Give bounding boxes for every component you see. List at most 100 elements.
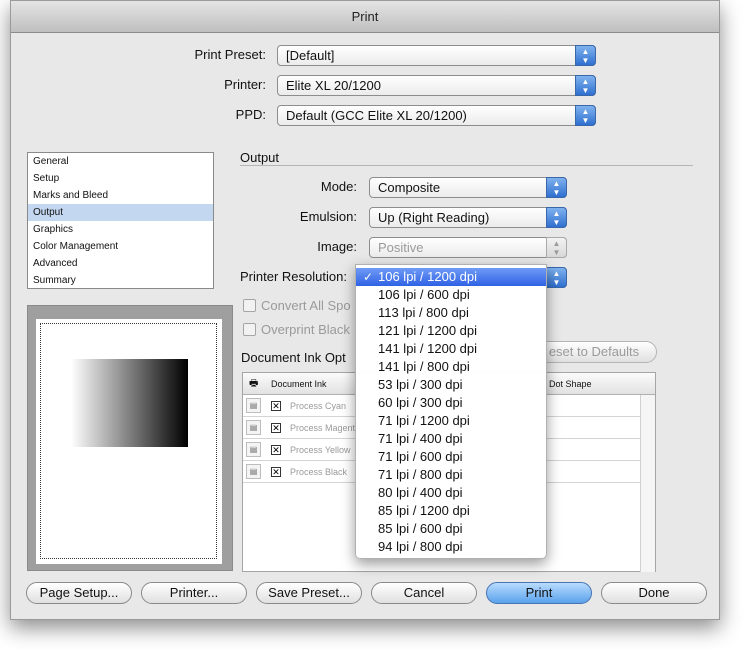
menu-item-resolution[interactable]: 85 lpi / 1200 dpi (356, 502, 546, 520)
popup-arrows-icon: ▲ ▼ (575, 75, 596, 96)
mode-value: Composite (378, 180, 441, 195)
output-section-title: Output (240, 150, 280, 165)
menu-item-label: 71 lpi / 800 dpi (378, 467, 463, 482)
menu-item-resolution[interactable]: 121 lpi / 1200 dpi (356, 322, 546, 340)
menu-item-label: 85 lpi / 600 dpi (378, 521, 463, 536)
print-ink-icon[interactable]: ▤ (246, 442, 261, 457)
popup-arrows-icon: ▲ ▼ (575, 105, 596, 126)
printer-label: Printer: (224, 77, 266, 92)
image-label: Image: (317, 239, 357, 254)
popup-arrows-icon: ▲ ▼ (575, 45, 596, 66)
print-preset-popup[interactable]: [Default] ▲ ▼ (277, 45, 596, 66)
menu-item-label: 80 lpi / 400 dpi (378, 485, 463, 500)
print-preset-label: Print Preset: (194, 47, 266, 62)
menu-item-label: 94 lpi / 800 dpi (378, 539, 463, 554)
menu-item-label: 141 lpi / 1200 dpi (378, 341, 478, 356)
sidebar-item-output[interactable]: Output (28, 204, 213, 221)
save-preset-button[interactable]: Save Preset... (256, 582, 362, 604)
mode-label: Mode: (320, 179, 357, 194)
col-dot-shape: Dot Shape (549, 379, 592, 389)
menu-item-resolution[interactable]: 60 lpi / 300 dpi (356, 394, 546, 412)
convert-all-spot-checkbox[interactable] (243, 299, 256, 312)
process-ink-icon: ✕ (271, 423, 281, 433)
menu-item-resolution[interactable]: 85 lpi / 600 dpi (356, 520, 546, 538)
menu-item-resolution[interactable]: 141 lpi / 1200 dpi (356, 340, 546, 358)
menu-item-resolution[interactable]: 53 lpi / 300 dpi (356, 376, 546, 394)
reset-to-defaults-button[interactable]: eset to Defaults (531, 341, 657, 363)
document-ink-options-label: Document Ink Opt (241, 350, 346, 365)
done-button[interactable]: Done (601, 582, 707, 604)
cancel-button[interactable]: Cancel (371, 582, 477, 604)
menu-item-label: 121 lpi / 1200 dpi (378, 323, 478, 338)
sidebar-item-marks-and-bleed[interactable]: Marks and Bleed (28, 187, 213, 204)
convert-all-spot-label: Convert All Spo (261, 298, 351, 313)
checkmark-icon: ✓ (363, 270, 374, 284)
image-value: Positive (378, 240, 424, 255)
process-ink-icon: ✕ (271, 401, 281, 411)
printer-popup[interactable]: Elite XL 20/1200 ▲ ▼ (277, 75, 596, 96)
reset-to-defaults-label: eset to Defaults (548, 344, 640, 359)
menu-item-resolution[interactable]: 80 lpi / 400 dpi (356, 484, 546, 502)
process-ink-icon: ✕ (271, 445, 281, 455)
sidebar-item-summary[interactable]: Summary (28, 272, 213, 289)
menu-item-resolution[interactable]: ✓ 106 lpi / 1200 dpi (356, 268, 546, 286)
window-title: Print (11, 1, 719, 33)
menu-item-resolution[interactable]: 94 lpi / 800 dpi (356, 538, 546, 556)
popup-arrows-icon: ▲ ▼ (546, 267, 567, 288)
process-ink-icon: ✕ (271, 467, 281, 477)
menu-item-label: 106 lpi / 600 dpi (378, 287, 470, 302)
printer-resolution-menu: ✓ 106 lpi / 1200 dpi 106 lpi / 600 dpi 11… (355, 264, 547, 559)
page-setup-button[interactable]: Page Setup... (26, 582, 132, 604)
menu-item-label: 71 lpi / 600 dpi (378, 449, 463, 464)
menu-item-label: 106 lpi / 1200 dpi (378, 269, 478, 284)
preview-gradient (71, 359, 188, 447)
printer-button[interactable]: Printer... (141, 582, 247, 604)
ink-name: Process Magent (290, 423, 356, 433)
menu-item-resolution[interactable]: 71 lpi / 400 dpi (356, 430, 546, 448)
menu-item-label: 53 lpi / 300 dpi (378, 377, 463, 392)
menu-item-label: 71 lpi / 1200 dpi (378, 413, 470, 428)
ink-name: Process Yellow (290, 445, 351, 455)
menu-item-resolution[interactable]: 71 lpi / 800 dpi (356, 466, 546, 484)
print-ink-icon[interactable]: ▤ (246, 464, 261, 479)
overprint-black-label: Overprint Black (261, 322, 350, 337)
menu-item-label: 60 lpi / 300 dpi (378, 395, 463, 410)
mode-popup[interactable]: Composite ▲ ▼ (369, 177, 567, 198)
print-ink-icon[interactable]: ▤ (246, 398, 261, 413)
preview-page (36, 319, 222, 564)
page-preview (27, 305, 233, 571)
table-scrollbar[interactable] (640, 395, 655, 572)
menu-item-label: 141 lpi / 800 dpi (378, 359, 470, 374)
sidebar-item-setup[interactable]: Setup (28, 170, 213, 187)
popup-arrows-icon: ▲ ▼ (546, 177, 567, 198)
print-button[interactable]: Print (486, 582, 592, 604)
overprint-black-checkbox[interactable] (243, 323, 256, 336)
image-popup[interactable]: Positive ▲ ▼ (369, 237, 567, 258)
menu-item-label: 85 lpi / 1200 dpi (378, 503, 470, 518)
menu-item-resolution[interactable]: 141 lpi / 800 dpi (356, 358, 546, 376)
popup-arrows-icon: ▲ ▼ (546, 237, 567, 258)
print-preset-value: [Default] (286, 48, 335, 63)
sidebar-item-graphics[interactable]: Graphics (28, 221, 213, 238)
menu-item-resolution[interactable]: 71 lpi / 1200 dpi (356, 412, 546, 430)
emulsion-label: Emulsion: (299, 209, 357, 224)
section-list: General Setup Marks and Bleed Output Gra… (27, 152, 214, 289)
menu-item-resolution[interactable]: 113 lpi / 800 dpi (356, 304, 546, 322)
menu-item-resolution[interactable]: 71 lpi / 600 dpi (356, 448, 546, 466)
menu-item-resolution[interactable]: 106 lpi / 600 dpi (356, 286, 546, 304)
ink-name: Process Cyan (290, 401, 347, 411)
sidebar-item-advanced[interactable]: Advanced (28, 255, 213, 272)
popup-arrows-icon: ▲ ▼ (546, 207, 567, 228)
print-ink-icon[interactable]: ▤ (246, 420, 261, 435)
printer-resolution-label: Printer Resolution: (240, 269, 347, 284)
sidebar-item-general[interactable]: General (28, 153, 213, 170)
printer-value: Elite XL 20/1200 (286, 78, 381, 93)
emulsion-popup[interactable]: Up (Right Reading) ▲ ▼ (369, 207, 567, 228)
menu-item-label: 71 lpi / 400 dpi (378, 431, 463, 446)
printer-icon: 🖶 (249, 378, 259, 389)
ppd-popup[interactable]: Default (GCC Elite XL 20/1200) ▲ ▼ (277, 105, 596, 126)
emulsion-value: Up (Right Reading) (378, 210, 490, 225)
sidebar-item-color-management[interactable]: Color Management (28, 238, 213, 255)
col-document-ink: Document Ink (271, 379, 327, 389)
ink-name: Process Black (290, 467, 348, 477)
